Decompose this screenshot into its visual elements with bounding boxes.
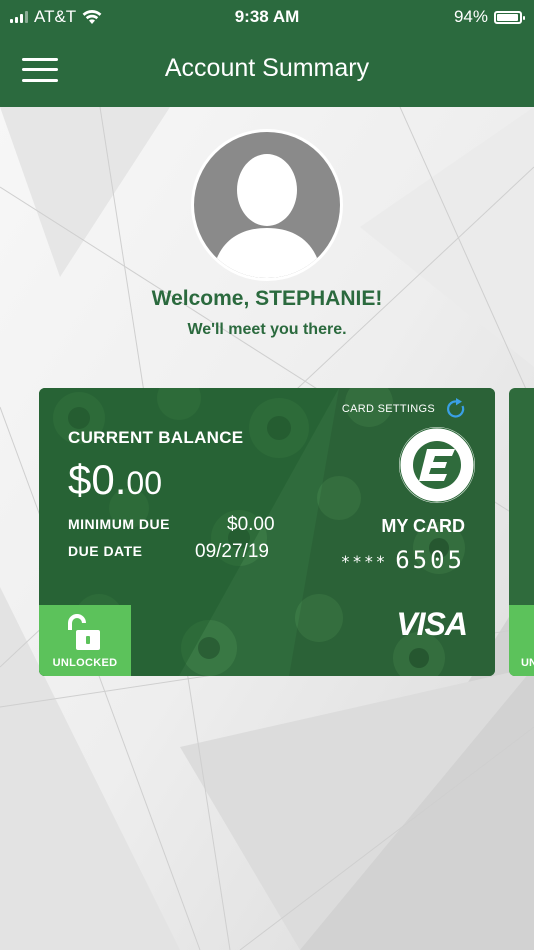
card-last-four: 6505 bbox=[395, 546, 465, 574]
battery-fill bbox=[497, 13, 518, 21]
visa-logo: VISA bbox=[396, 606, 468, 642]
nav-bar: Account Summary bbox=[0, 34, 534, 107]
battery-icon bbox=[494, 10, 525, 24]
card-settings-link[interactable]: CARD SETTINGS bbox=[342, 403, 435, 415]
card-number-mask: **** bbox=[340, 551, 388, 571]
minimum-due-label: MINIMUM DUE bbox=[68, 516, 170, 532]
card-lock-toggle[interactable]: UNLOCKED bbox=[39, 605, 131, 676]
welcome-message: Welcome, STEPHANIE! bbox=[151, 287, 383, 310]
masked-card-number: **** 6505 bbox=[341, 546, 465, 574]
unlocked-padlock-icon bbox=[68, 614, 100, 650]
lock-status-label: UNLOCKED bbox=[52, 657, 118, 669]
tagline: We'll meet you there. bbox=[187, 321, 347, 338]
page-title: Account Summary bbox=[164, 54, 370, 82]
minimum-due-value: $0.00 bbox=[227, 514, 275, 535]
balance-dollars: $0. bbox=[68, 456, 127, 503]
avatar bbox=[194, 132, 340, 278]
next-card-lock-toggle[interactable]: UN bbox=[509, 605, 534, 676]
next-card-lock-label: UN bbox=[521, 657, 534, 669]
refresh-icon[interactable] bbox=[445, 398, 467, 420]
credit-card[interactable]: CARD SETTINGS CURRENT BALANCE $0.00 MINI… bbox=[39, 388, 495, 676]
status-right: 94% bbox=[453, 7, 525, 27]
due-date-label: DUE DATE bbox=[68, 543, 143, 559]
user-silhouette-icon bbox=[212, 154, 322, 278]
card-name: MY CARD bbox=[381, 516, 465, 536]
credit-union-logo bbox=[399, 427, 475, 503]
balance-cents: 00 bbox=[126, 465, 162, 501]
next-card-peek[interactable]: UN bbox=[509, 388, 534, 676]
current-balance-label: CURRENT BALANCE bbox=[68, 428, 244, 447]
current-balance-value: $0.00 bbox=[68, 456, 162, 504]
battery-percent: 94% bbox=[453, 7, 488, 26]
status-bar: AT&T 9:38 AM 94% bbox=[0, 0, 534, 34]
due-date-value: 09/27/19 bbox=[195, 541, 269, 562]
